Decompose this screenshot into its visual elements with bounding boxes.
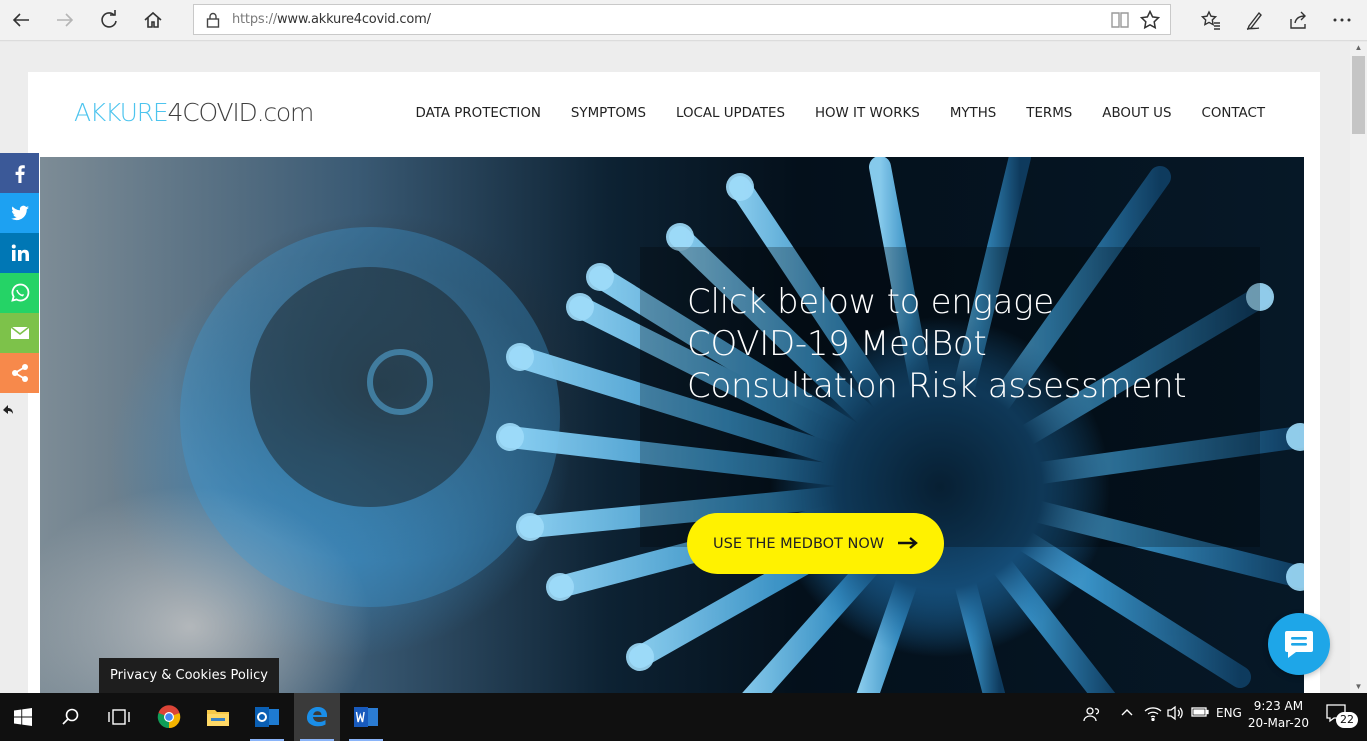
scroll-down-icon[interactable]: ▼	[1354, 683, 1363, 691]
hero-banner: Click below to engage COVID-19 MedBot Co…	[40, 157, 1304, 693]
clock-time: 9:23 AM	[1253, 699, 1304, 713]
chat-widget-button[interactable]	[1268, 613, 1330, 675]
search-icon[interactable]	[48, 693, 94, 741]
whatsapp-share-button[interactable]	[0, 273, 39, 313]
nav-terms[interactable]: TERMS	[1026, 106, 1072, 121]
favorites-hub-icon[interactable]	[1197, 6, 1225, 34]
url-text: https://www.akkure4covid.com/	[232, 12, 431, 27]
windows-taskbar: ENG 9:23 AM 20-Mar-20 22	[0, 693, 1367, 741]
scroll-up-icon[interactable]: ▲	[1354, 44, 1363, 52]
linkedin-share-button[interactable]	[0, 233, 39, 273]
email-icon	[10, 326, 29, 339]
lock-icon	[206, 12, 220, 28]
main-navigation: DATA PROTECTION SYMPTOMS LOCAL UPDATES H…	[416, 106, 1265, 121]
facebook-icon	[15, 165, 25, 183]
share-bar-toggle-icon[interactable]	[3, 405, 13, 415]
chevron-up-icon[interactable]	[1120, 705, 1134, 722]
people-icon[interactable]	[1083, 705, 1101, 726]
twitter-share-button[interactable]	[0, 193, 39, 233]
edge-icon[interactable]	[294, 693, 340, 741]
file-explorer-icon[interactable]	[195, 693, 241, 741]
nav-data-protection[interactable]: DATA PROTECTION	[416, 106, 541, 121]
virus-background-image	[180, 157, 1304, 693]
task-view-icon[interactable]	[96, 693, 142, 741]
scroll-thumb[interactable]	[1352, 56, 1365, 134]
chrome-icon[interactable]	[146, 693, 192, 741]
privacy-cookies-policy-button[interactable]: Privacy & Cookies Policy	[99, 658, 279, 693]
volume-icon[interactable]	[1166, 705, 1184, 724]
site-container: AKKURE4COVID.com DATA PROTECTION SYMPTOM…	[28, 72, 1320, 693]
wifi-icon[interactable]	[1144, 705, 1162, 724]
more-share-button[interactable]	[0, 353, 39, 393]
use-medbot-button[interactable]: USE THE MEDBOT NOW	[687, 513, 944, 574]
forward-icon[interactable]	[49, 4, 81, 36]
favorite-star-icon[interactable]	[1140, 10, 1160, 30]
nav-how-it-works[interactable]: HOW IT WORKS	[815, 106, 920, 121]
cta-label: USE THE MEDBOT NOW	[713, 535, 885, 552]
twitter-icon	[10, 205, 29, 221]
battery-icon[interactable]	[1191, 705, 1209, 722]
refresh-icon[interactable]	[93, 4, 125, 36]
home-icon[interactable]	[137, 4, 169, 36]
arrow-right-icon	[898, 537, 918, 549]
back-icon[interactable]	[5, 4, 37, 36]
language-indicator[interactable]: ENG	[1216, 706, 1242, 720]
pen-icon[interactable]	[1241, 6, 1269, 34]
share-icon[interactable]	[1284, 6, 1312, 34]
browser-toolbar: https://www.akkure4covid.com/	[0, 0, 1367, 41]
page-viewport: AKKURE4COVID.com DATA PROTECTION SYMPTOM…	[0, 42, 1350, 693]
more-icon[interactable]	[1328, 6, 1356, 34]
nav-symptoms[interactable]: SYMPTOMS	[571, 106, 646, 121]
address-bar[interactable]: https://www.akkure4covid.com/	[193, 4, 1171, 35]
email-share-button[interactable]	[0, 313, 39, 353]
nav-contact[interactable]: CONTACT	[1202, 106, 1266, 121]
notification-count-badge: 22	[1336, 712, 1358, 728]
outlook-icon[interactable]	[244, 693, 290, 741]
social-share-bar	[0, 153, 39, 393]
word-icon[interactable]	[343, 693, 389, 741]
site-logo[interactable]: AKKURE4COVID.com	[74, 98, 314, 127]
linkedin-icon	[11, 244, 29, 261]
clock-date: 20-Mar-20	[1247, 716, 1309, 730]
chat-bubble-icon	[1285, 631, 1313, 658]
nav-myths[interactable]: MYTHS	[950, 106, 996, 121]
windows-start-icon[interactable]	[0, 693, 46, 741]
page-scrollbar[interactable]: ▲ ▼	[1350, 42, 1367, 693]
hero-title: Click below to engage COVID-19 MedBot Co…	[687, 282, 1187, 406]
facebook-share-button[interactable]	[0, 153, 39, 193]
nav-about-us[interactable]: ABOUT US	[1102, 106, 1171, 121]
nav-local-updates[interactable]: LOCAL UPDATES	[676, 106, 785, 121]
share-nodes-icon	[11, 364, 28, 382]
whatsapp-icon	[10, 283, 29, 302]
reading-view-icon[interactable]	[1110, 11, 1130, 29]
taskbar-clock[interactable]: 9:23 AM 20-Mar-20	[1248, 698, 1309, 732]
